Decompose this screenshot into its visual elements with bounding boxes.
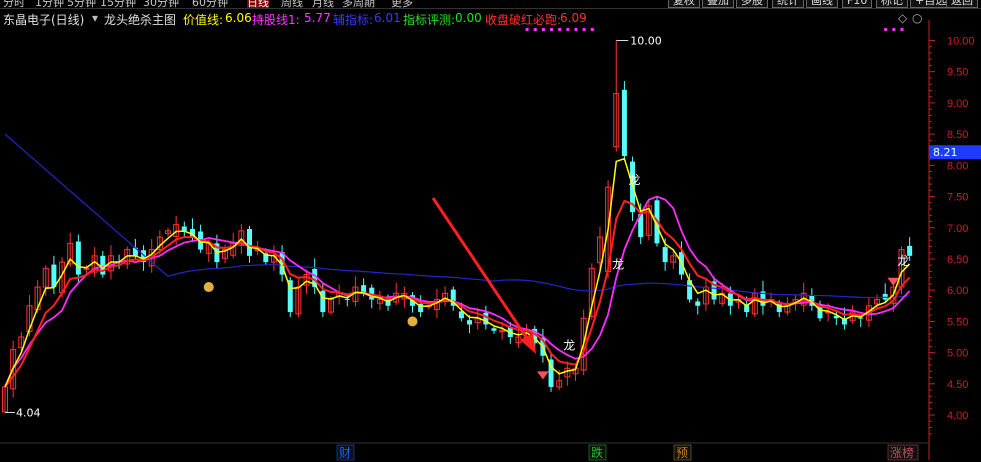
candle-body[interactable] [499, 330, 506, 333]
y-tick-label: 8.00 [947, 160, 968, 172]
gem-icon [536, 371, 549, 380]
dragon-label: 龙 [897, 254, 909, 268]
candle-body[interactable] [491, 328, 497, 331]
ma-magenta-line [4, 195, 911, 388]
signal-dot [884, 28, 888, 31]
y-tick-label: 8.50 [947, 129, 968, 141]
candle-body[interactable] [662, 247, 668, 263]
signal-dot [582, 28, 586, 31]
current-price-label: 8.21 [933, 146, 958, 159]
signal-dot [533, 28, 537, 31]
y-tick-label: 9.00 [947, 98, 968, 110]
event-label: 涨榜 [890, 445, 914, 460]
event-label: 跌 [591, 445, 603, 460]
ma-yellow-line [4, 157, 911, 388]
event-label: 财 [339, 446, 351, 460]
candle-body[interactable] [621, 89, 627, 156]
candle-body[interactable] [695, 301, 701, 306]
signal-dot [525, 28, 529, 31]
event-label: 预 [676, 446, 688, 460]
y-tick-label: 7.00 [947, 223, 968, 235]
y-tick-label: 6.50 [947, 254, 968, 266]
signal-dot [541, 28, 545, 31]
signal-dot [566, 28, 570, 31]
low-label: 4.04 [16, 407, 41, 420]
y-tick-label: 4.00 [947, 410, 968, 422]
candlestick-chart[interactable]: 10.00 9.50 9.00 8.50 8.00 7.50 7.00 6.50 6.00 5.5… [0, 0, 981, 462]
y-tick-label: 5.00 [947, 348, 968, 360]
y-tick-label: 5.50 [947, 316, 968, 328]
dragon-label: 龙 [628, 173, 640, 187]
y-tick-label: 9.50 [947, 67, 968, 79]
signal-dot [892, 28, 896, 31]
high-label: 10.00 [630, 34, 662, 47]
signal-dot [558, 28, 562, 31]
candle-body[interactable] [83, 267, 90, 270]
signal-dot [900, 28, 904, 31]
candle-body[interactable] [75, 241, 81, 275]
y-tick-label: 6.00 [947, 285, 968, 297]
y-tick-label: 10.00 [947, 35, 975, 47]
candle-body[interactable] [181, 226, 187, 231]
money-bag-icon [407, 316, 418, 327]
candle-body[interactable] [467, 320, 473, 325]
signal-dot [590, 28, 594, 31]
candle-body[interactable] [344, 298, 350, 300]
y-tick-label: 7.50 [947, 192, 968, 204]
dragon-label: 龙 [612, 257, 624, 271]
money-bag-icon [203, 282, 214, 293]
candle-body[interactable] [882, 293, 888, 300]
signal-dot [550, 28, 554, 31]
y-tick-label: 4.50 [947, 379, 968, 391]
candle-body[interactable] [247, 229, 252, 256]
signal-dot [574, 28, 578, 31]
dragon-label: 龙 [563, 338, 575, 352]
ma-blue-line [4, 133, 910, 299]
